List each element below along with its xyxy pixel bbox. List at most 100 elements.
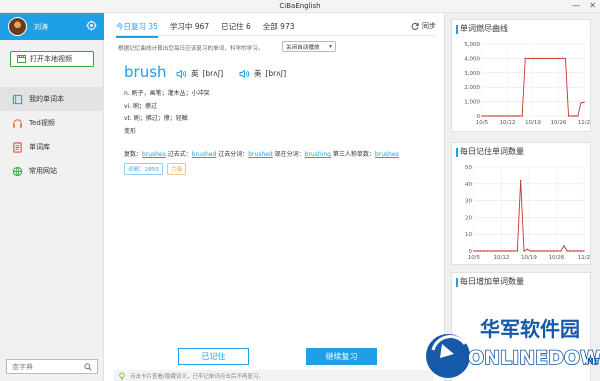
main-panel: 今日复习 35 学习中 967 已记住 6 全部 973 同步 根据记忆曲线计算… — [104, 13, 444, 381]
form-label: 现在分词： — [274, 151, 305, 158]
data-point — [559, 250, 562, 252]
gear-icon[interactable] — [86, 20, 97, 31]
minimize-button[interactable]: — — [572, 1, 580, 11]
open-local-video-button[interactable]: 打开本地视频 — [10, 51, 94, 67]
data-point — [567, 115, 570, 117]
data-point — [569, 250, 572, 252]
data-point — [533, 250, 535, 252]
data-point — [553, 250, 555, 252]
data-point — [499, 250, 502, 252]
username: 刘涛 — [34, 23, 48, 31]
data-point — [530, 57, 533, 60]
sidebar-item-wordbank[interactable]: 单词库 — [0, 135, 104, 159]
film-icon — [17, 55, 26, 63]
data-point — [502, 115, 505, 117]
data-point — [536, 57, 539, 60]
data-point — [563, 245, 565, 247]
search-icon[interactable] — [84, 363, 92, 371]
title-bar: CiBaEnglish — ✕ — [0, 0, 600, 13]
close-button[interactable]: ✕ — [589, 1, 596, 11]
data-point — [486, 250, 489, 252]
data-point — [573, 250, 575, 252]
sidebar-item-websites[interactable]: 常用网站 — [0, 159, 104, 183]
data-point — [570, 115, 573, 117]
sidebar-item-ted[interactable]: Ted视频 — [0, 111, 104, 135]
data-point — [493, 115, 496, 117]
data-point — [509, 250, 512, 252]
data-point — [552, 57, 554, 60]
x-tick-label: 10/5 — [468, 255, 481, 261]
footer-hint-text: 点击卡片查看/隐藏词义，已牢记单词点击后不再复习。 — [130, 374, 264, 380]
form-link[interactable]: brushed — [192, 151, 217, 158]
y-tick-label: 3,000 — [464, 71, 480, 77]
data-point — [473, 250, 475, 252]
autoplay-select-value: 关闭自动播放 — [286, 44, 320, 51]
continue-review-button[interactable]: 继续复习 — [306, 348, 377, 365]
y-tick-label: 5,000 — [464, 42, 480, 48]
autoplay-select[interactable]: 关闭自动播放 ▾ — [282, 41, 336, 52]
speaker-icon — [176, 69, 187, 78]
svg-text:ONLINEDOWN: ONLINEDOWN — [468, 347, 600, 369]
definition-line: vi. 刷；擦过 — [124, 102, 158, 110]
avatar[interactable] — [8, 17, 27, 36]
definition-line: n. 刷子，画笔；灌木丛；小冲突 — [124, 90, 210, 97]
dictionary-search-input[interactable] — [12, 362, 84, 371]
data-point — [526, 248, 529, 251]
data-point — [512, 115, 514, 117]
form-link[interactable]: brushing — [305, 151, 331, 158]
data-point — [539, 250, 542, 252]
x-tick-label: 10/12 — [494, 255, 510, 261]
data-point — [583, 250, 585, 252]
data-point — [518, 115, 520, 117]
word-headword[interactable]: brush — [124, 63, 167, 81]
uk-phonetic: [brʌʃ] — [202, 69, 224, 78]
x-tick-label: 10/26 — [551, 120, 567, 126]
uk-pronunciation[interactable]: 英 [brʌʃ] — [176, 68, 223, 79]
us-pronunciation[interactable]: 美 [brʌʃ] — [239, 68, 286, 79]
data-point — [484, 115, 486, 117]
frequency-tag: 词频：2855 — [124, 163, 164, 175]
data-point — [499, 115, 502, 117]
data-point — [483, 250, 485, 252]
sync-label: 同步 — [422, 22, 436, 30]
y-tick-label: 50 — [465, 165, 472, 171]
data-point — [490, 115, 492, 117]
data-point — [549, 57, 551, 60]
form-link[interactable]: brushes — [375, 151, 399, 158]
data-point — [546, 57, 548, 60]
card-title: 每日记住单词数量 — [452, 143, 590, 161]
daily-remembered-chart: 0102030405010/5 10/12 10/19 10/26 11/2 — [465, 165, 590, 261]
data-point — [549, 250, 552, 252]
review-hint: 根据记忆曲线计算出您每日应该复习的单词，科学的学习。 — [118, 46, 264, 52]
book-icon — [12, 94, 23, 104]
data-point — [493, 250, 495, 252]
data-point — [556, 250, 559, 252]
form-link[interactable]: brushed — [248, 151, 273, 158]
remembered-button[interactable]: 已记住 — [178, 348, 249, 365]
data-point — [579, 250, 582, 252]
data-point — [519, 179, 522, 182]
data-point — [487, 115, 489, 117]
sync-button[interactable]: 同步 — [411, 21, 436, 31]
sidebar-item-label: 常用网站 — [29, 167, 57, 175]
data-point — [543, 57, 545, 60]
data-point — [496, 115, 499, 117]
data-point — [503, 250, 505, 252]
sidebar: 刘涛 打开本地视频 我的单词本 Ted视频 单词库 常用网站 查字典 — [0, 13, 104, 381]
sidebar-item-label: 单词库 — [29, 143, 50, 151]
footer-hint: 点击卡片查看/隐藏词义，已牢记单词点击后不再复习。 — [114, 370, 434, 381]
burndown-chart: 01,0002,0003,0004,0005,00010/5 10/12 10/19… — [464, 42, 590, 126]
data-point — [527, 57, 530, 60]
headphones-icon — [13, 118, 22, 128]
nav-list: 我的单词本 Ted视频 单词库 常用网站 — [0, 87, 104, 183]
data-point — [481, 115, 483, 117]
lightbulb-icon — [119, 372, 125, 380]
sidebar-item-wordbook[interactable]: 我的单词本 — [0, 87, 104, 111]
word-tags: 词频：2855 六级 — [124, 163, 187, 175]
data-point — [555, 57, 557, 60]
data-point — [546, 250, 549, 252]
data-point — [476, 250, 479, 252]
user-bar: 刘涛 — [0, 13, 104, 40]
sidebar-item-label: Ted视频 — [29, 119, 55, 127]
form-link[interactable]: brushes — [142, 151, 166, 158]
